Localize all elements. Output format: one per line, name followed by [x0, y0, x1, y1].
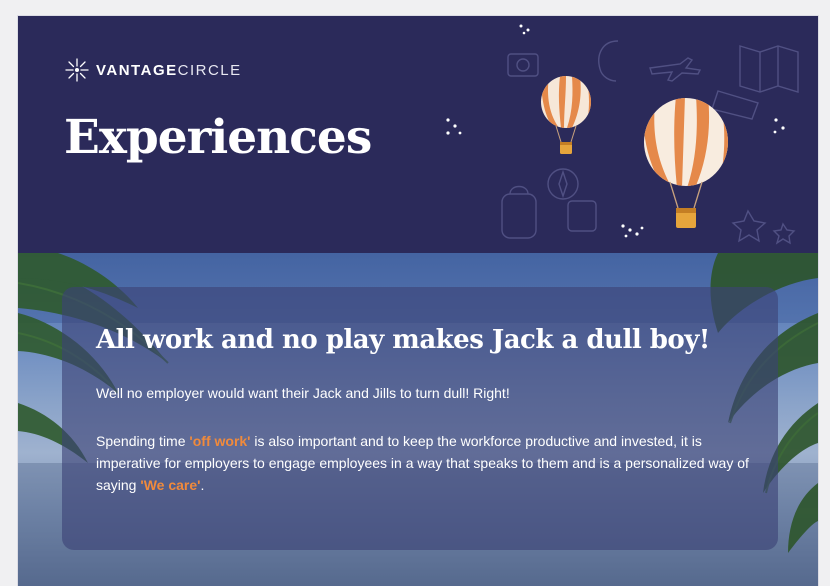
brand-logo[interactable]: VANTAGECIRCLE: [64, 57, 242, 83]
brand-name-light: CIRCLE: [177, 61, 242, 79]
experiences-card: VANTAGECIRCLE Experiences All work and n…: [18, 16, 818, 586]
highlight-off-work: 'off work': [189, 433, 251, 449]
panel-paragraph-2: Spending time 'off work' is also importa…: [96, 430, 756, 496]
paragraph-2-part-1: Spending time: [96, 433, 190, 449]
panel-heading: All work and no play makes Jack a dull b…: [96, 325, 710, 355]
panel-paragraph-1: Well no employer would want their Jack a…: [96, 385, 510, 401]
page-title: Experiences: [64, 110, 372, 165]
vantage-circle-logo-icon: [65, 58, 89, 82]
paragraph-2-part-3: .: [200, 477, 205, 493]
content-panel: All work and no play makes Jack a dull b…: [62, 287, 778, 550]
header-banner: VANTAGECIRCLE Experiences: [18, 16, 818, 253]
hot-air-balloon-small-icon: [541, 76, 591, 154]
hot-air-balloon-large-icon: [644, 98, 728, 228]
beach-background: All work and no play makes Jack a dull b…: [18, 253, 818, 586]
highlight-we-care: 'We care': [140, 477, 201, 493]
brand-name-bold: VANTAGE: [96, 61, 178, 79]
brand-name: VANTAGECIRCLE: [96, 62, 242, 79]
